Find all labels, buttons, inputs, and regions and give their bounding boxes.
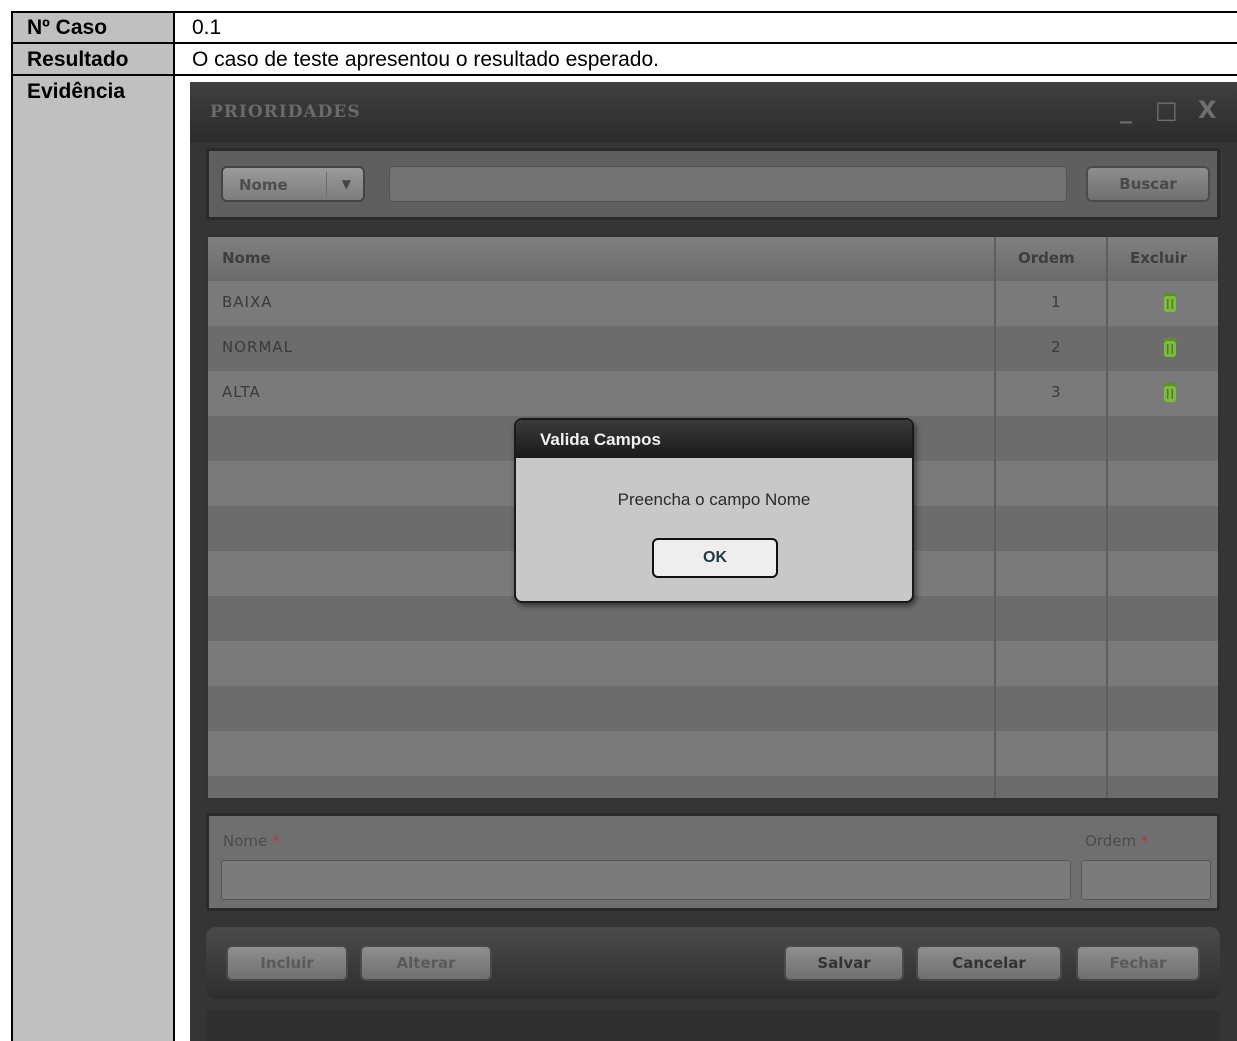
- dialog-message: Preencha o campo Nome: [617, 490, 811, 509]
- table-row[interactable]: BAIXA 1: [208, 281, 1218, 326]
- buscar-button[interactable]: Buscar: [1086, 166, 1210, 202]
- test-case-document: Nº Caso 0.1 Resultado O caso de teste ap…: [0, 0, 1237, 1041]
- required-mark: *: [272, 832, 280, 850]
- trash-icon[interactable]: [1162, 291, 1178, 313]
- column-divider: [1106, 237, 1108, 798]
- ordem-field[interactable]: [1081, 860, 1211, 900]
- incluir-button[interactable]: Incluir: [226, 945, 348, 981]
- minimize-icon[interactable]: _: [1120, 96, 1132, 124]
- salvar-button[interactable]: Salvar: [784, 945, 904, 981]
- label-resultado: Resultado: [11, 44, 175, 74]
- form-panel: Nome * Ordem *: [206, 813, 1220, 911]
- nome-field[interactable]: [221, 860, 1071, 900]
- window-title-bar: PRIORIDADES _ □ X: [190, 82, 1237, 142]
- table-row[interactable]: NORMAL 2: [208, 326, 1218, 371]
- status-bar: [206, 1010, 1220, 1041]
- nome-label: Nome *: [223, 832, 280, 850]
- empty-row: [208, 641, 1218, 686]
- column-header-ordem[interactable]: Ordem: [1018, 249, 1075, 267]
- search-field-value: Nome: [239, 176, 288, 194]
- table-row[interactable]: ALTA 3: [208, 371, 1218, 416]
- column-divider: [994, 237, 996, 798]
- cancelar-button[interactable]: Cancelar: [916, 945, 1062, 981]
- label-evidencia: Evidência: [11, 76, 175, 1041]
- empty-row: [208, 731, 1218, 776]
- search-panel: Nome ▼ Buscar: [206, 148, 1220, 220]
- empty-row: [208, 686, 1218, 731]
- dialog-title: Valida Campos: [540, 430, 661, 449]
- cell-nome: BAIXA: [222, 293, 273, 311]
- trash-icon[interactable]: [1162, 336, 1178, 358]
- value-resultado: O caso de teste apresentou o resultado e…: [192, 48, 659, 71]
- column-header-nome[interactable]: Nome: [222, 249, 271, 267]
- column-header-excluir[interactable]: Excluir: [1130, 249, 1187, 267]
- required-mark: *: [1140, 832, 1149, 850]
- ok-button[interactable]: OK: [652, 538, 778, 578]
- close-icon[interactable]: X: [1198, 96, 1217, 124]
- grid-header: Nome Ordem Excluir: [208, 237, 1218, 283]
- maximize-icon[interactable]: □: [1155, 96, 1178, 124]
- table-row-divider: [11, 74, 1237, 76]
- table-top-border: [11, 11, 1237, 13]
- valida-campos-dialog: Valida Campos Preencha o campo Nome OK: [514, 418, 914, 603]
- cell-nome: NORMAL: [222, 338, 294, 356]
- table-row-divider: [11, 42, 1237, 44]
- label-no-caso: Nº Caso: [11, 13, 175, 42]
- search-input[interactable]: [389, 166, 1067, 202]
- ordem-label-text: Ordem: [1085, 832, 1137, 850]
- combo-divider: [326, 172, 327, 196]
- nome-label-text: Nome: [223, 832, 268, 850]
- ordem-label: Ordem *: [1085, 832, 1148, 850]
- search-field-select[interactable]: Nome ▼: [221, 166, 365, 202]
- fechar-button[interactable]: Fechar: [1076, 945, 1200, 981]
- chevron-down-icon: ▼: [341, 177, 351, 191]
- cell-ordem: 3: [1051, 383, 1061, 401]
- trash-icon[interactable]: [1162, 381, 1178, 403]
- dialog-title-bar: Valida Campos: [516, 420, 912, 458]
- cell-nome: ALTA: [222, 383, 261, 401]
- cell-ordem: 2: [1051, 338, 1061, 356]
- action-bar: Incluir Alterar Salvar Cancelar Fechar: [206, 927, 1220, 999]
- alterar-button[interactable]: Alterar: [360, 945, 492, 981]
- value-no-caso: 0.1: [192, 16, 222, 39]
- cell-ordem: 1: [1051, 293, 1061, 311]
- window-title: PRIORIDADES: [210, 102, 361, 122]
- empty-row: [208, 776, 1218, 798]
